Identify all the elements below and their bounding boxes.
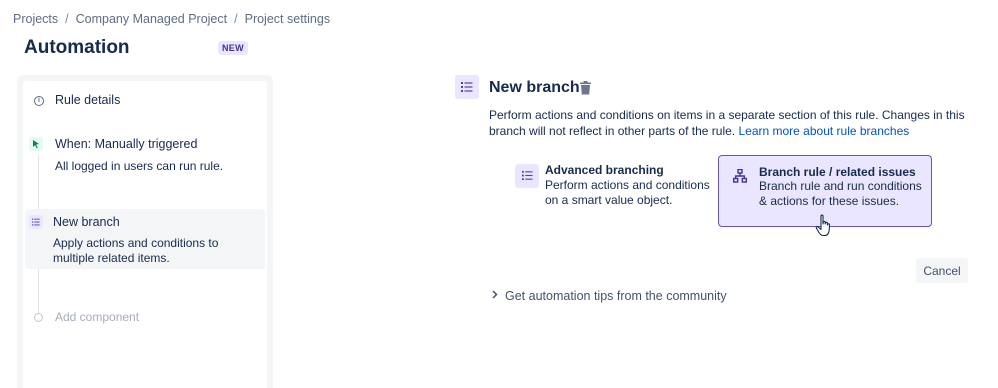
add-component-label: Add component <box>55 310 140 324</box>
rule-components-list: i Rule details When: Manually triggered … <box>23 81 267 388</box>
breadcrumb-project-settings[interactable]: Project settings <box>245 12 330 26</box>
option-desc: Branch rule and run conditions & actions… <box>759 179 922 208</box>
add-circle-icon <box>34 313 43 322</box>
rule-details-item[interactable]: i Rule details <box>25 89 265 113</box>
trigger-item[interactable]: When: Manually triggered All logged in u… <box>25 133 265 185</box>
rule-details-label: Rule details <box>55 93 121 107</box>
trash-icon[interactable] <box>579 81 592 95</box>
option-desc: Perform actions and conditions on a smar… <box>545 178 710 207</box>
rule-panel: i Rule details When: Manually triggered … <box>17 75 273 388</box>
breadcrumb-separator: / <box>234 12 238 26</box>
option-title: Advanced branching <box>545 163 664 177</box>
list-icon <box>455 75 479 99</box>
breadcrumb-projects[interactable]: Projects <box>13 12 58 26</box>
component-description: Perform actions and conditions on items … <box>489 107 969 139</box>
branch-title: New branch <box>53 215 120 229</box>
tips-label: Get automation tips from the community <box>505 289 727 303</box>
trigger-title: When: Manually triggered <box>55 137 198 151</box>
info-icon: i <box>34 96 44 106</box>
branch-desc: Apply actions and conditions to multiple… <box>53 236 219 265</box>
option-title: Branch rule / related issues <box>759 165 916 179</box>
trigger-desc: All logged in users can run rule. <box>55 159 224 173</box>
advanced-branching-option[interactable]: Advanced branching Perform actions and c… <box>507 155 721 227</box>
list-icon <box>29 215 43 229</box>
hand-cursor-icon <box>815 214 831 237</box>
automation-tips-expander[interactable]: Get automation tips from the community <box>492 289 727 303</box>
new-badge: NEW <box>218 41 248 55</box>
breadcrumb-project[interactable]: Company Managed Project <box>76 12 227 26</box>
add-component-item[interactable]: Add component <box>25 310 265 330</box>
cancel-button[interactable]: Cancel <box>916 258 968 283</box>
breadcrumb-separator: / <box>65 12 69 26</box>
list-icon <box>515 164 539 188</box>
page-title: Automation <box>24 37 130 58</box>
breadcrumb: Projects / Company Managed Project / Pro… <box>13 12 330 26</box>
chevron-right-icon <box>492 290 498 302</box>
cursor-click-icon <box>29 137 43 151</box>
learn-more-link[interactable]: Learn more about rule branches <box>738 124 909 138</box>
hierarchy-icon <box>728 164 752 188</box>
component-title: New branch <box>489 79 580 96</box>
branch-item[interactable]: New branch Apply actions and conditions … <box>25 209 265 269</box>
